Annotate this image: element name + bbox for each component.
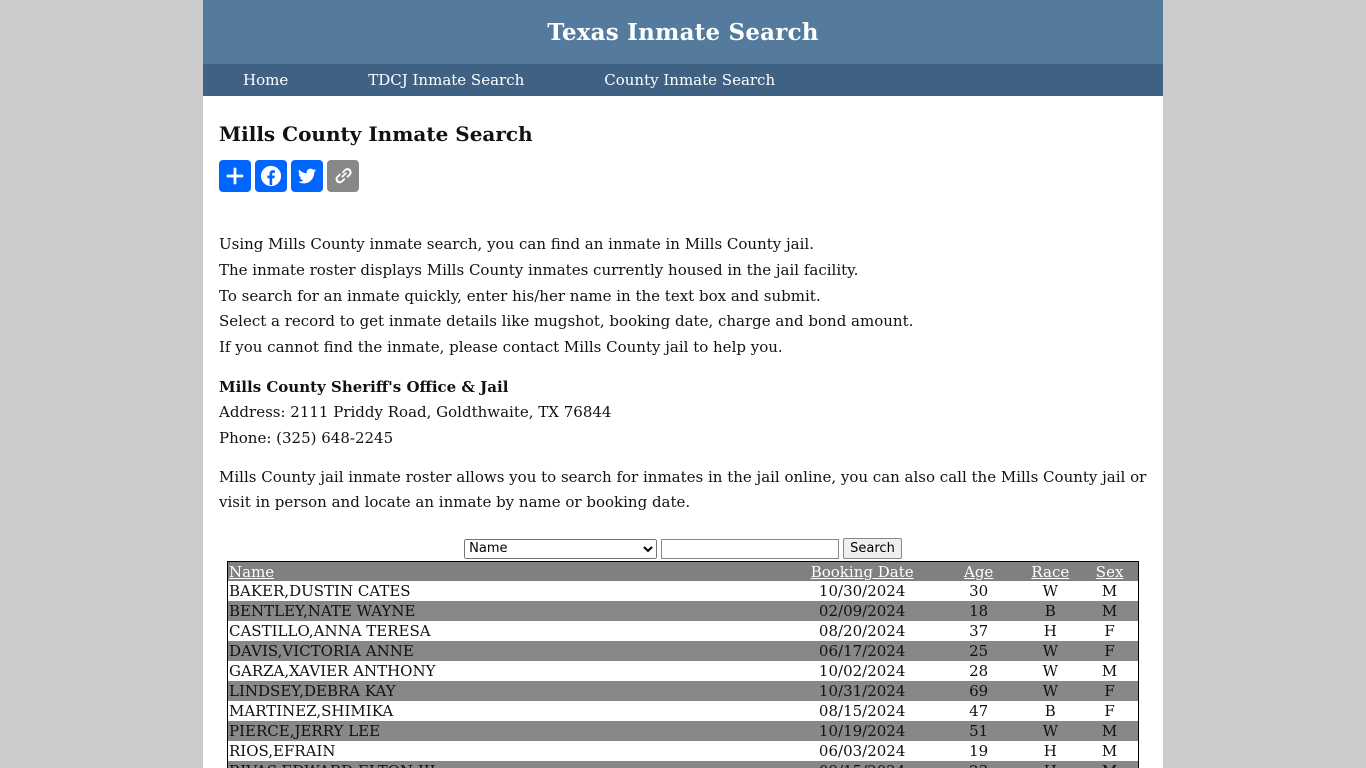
table-header-row: Name Booking Date Age Race Sex (227, 561, 1139, 582)
cell-name[interactable]: CASTILLO,ANNA TERESA (228, 621, 787, 641)
cell-race[interactable]: H (1019, 741, 1081, 761)
cell-sex[interactable]: M (1081, 581, 1138, 601)
intro-line: To search for an inmate quickly, enter h… (219, 286, 821, 305)
cell-name[interactable]: PIERCE,JERRY LEE (227, 721, 787, 742)
cell-race[interactable]: W (1019, 721, 1082, 742)
cell-booking-date[interactable]: 06/17/2024 (786, 641, 938, 662)
cell-booking-date[interactable]: 10/31/2024 (786, 681, 938, 702)
intro-line: Using Mills County inmate search, you ca… (219, 235, 814, 253)
twitter-icon[interactable] (291, 160, 323, 192)
cell-booking-date[interactable]: 02/09/2024 (786, 601, 938, 622)
search-bar: Name Search (219, 538, 1147, 560)
site-header: Texas Inmate Search (203, 0, 1163, 64)
nav-home[interactable]: Home (243, 71, 288, 89)
cell-booking-date[interactable]: 08/20/2024 (786, 621, 937, 641)
column-header-name[interactable]: Name (227, 561, 787, 582)
cell-sex[interactable]: F (1081, 641, 1139, 662)
table-row[interactable]: PIERCE,JERRY LEE 10/19/2024 51 W M (227, 721, 1139, 742)
site-title[interactable]: Texas Inmate Search (547, 19, 818, 46)
cell-age[interactable]: 37 (938, 621, 1020, 641)
cell-age[interactable]: 25 (937, 641, 1020, 662)
table-row[interactable]: RIOS,EFRAIN 06/03/2024 19 H M (228, 741, 1139, 761)
cell-sex[interactable]: F (1081, 701, 1138, 721)
intro-text: Using Mills County inmate search, you ca… (219, 232, 1147, 361)
cell-race[interactable]: W (1019, 661, 1081, 681)
search-field-select[interactable]: Name (464, 538, 658, 559)
column-header-sex[interactable]: Sex (1081, 561, 1139, 582)
office-name: Mills County Sheriff's Office & Jail (219, 377, 509, 396)
search-input[interactable] (661, 538, 840, 559)
table-row[interactable]: GARZA,XAVIER ANTHONY 10/02/2024 28 W M (228, 661, 1139, 681)
nav-tdcj-inmate-search[interactable]: TDCJ Inmate Search (368, 71, 524, 89)
cell-name[interactable]: MARTINEZ,SHIMIKA (228, 701, 787, 721)
cell-sex[interactable]: M (1081, 761, 1139, 768)
intro-line: Select a record to get inmate details li… (219, 312, 914, 331)
cell-booking-date[interactable]: 08/15/2024 (786, 701, 937, 721)
cell-race[interactable]: W (1019, 641, 1082, 662)
table-row[interactable]: DAVIS,VICTORIA ANNE 06/17/2024 25 W F (227, 641, 1139, 662)
cell-sex[interactable]: F (1081, 681, 1139, 702)
cell-name[interactable]: RIOS,EFRAIN (228, 741, 787, 761)
top-nav: Home TDCJ Inmate Search County Inmate Se… (203, 64, 1163, 96)
cell-race[interactable]: H (1019, 621, 1081, 641)
inmate-roster-table: Name Booking Date Age Race Sex BAKER,DUS… (227, 561, 1139, 768)
intro-line: If you cannot find the inmate, please co… (219, 338, 783, 357)
cell-booking-date[interactable]: 06/03/2024 (786, 741, 937, 761)
cell-sex[interactable]: F (1081, 621, 1138, 641)
facebook-icon[interactable] (255, 160, 287, 192)
cell-age[interactable]: 23 (937, 761, 1020, 768)
cell-age[interactable]: 30 (938, 581, 1020, 601)
cell-age[interactable]: 18 (937, 601, 1020, 622)
office-phone: Phone: (325) 648-2245 (219, 428, 394, 447)
cell-name[interactable]: BENTLEY,NATE WAYNE (227, 601, 787, 622)
table-row[interactable]: LINDSEY,DEBRA KAY 10/31/2024 69 W F (227, 681, 1139, 702)
cell-sex[interactable]: M (1081, 721, 1139, 742)
column-header-booking-date[interactable]: Booking Date (786, 561, 938, 582)
share-plus-icon[interactable] (219, 160, 251, 192)
page-container: Texas Inmate Search Home TDCJ Inmate Sea… (203, 0, 1163, 768)
copy-link-icon[interactable] (327, 160, 359, 192)
cell-sex[interactable]: M (1081, 661, 1138, 681)
office-info: Mills County Sheriff's Office & Jail Add… (219, 375, 1147, 452)
roster-note: Mills County jail inmate roster allows y… (219, 468, 1147, 512)
cell-race[interactable]: B (1019, 601, 1082, 622)
cell-age[interactable]: 69 (937, 681, 1020, 702)
office-address: Address: 2111 Priddy Road, Goldthwaite, … (219, 403, 612, 422)
cell-name[interactable]: RIVAS,EDWARD ELTON III (227, 761, 787, 768)
table-row[interactable]: MARTINEZ,SHIMIKA 08/15/2024 47 B F (228, 701, 1139, 721)
search-button[interactable]: Search (843, 538, 902, 560)
cell-race[interactable]: W (1019, 681, 1082, 702)
cell-booking-date[interactable]: 10/19/2024 (786, 721, 938, 742)
table-row[interactable]: BAKER,DUSTIN CATES 10/30/2024 30 W M (228, 581, 1139, 601)
table-row[interactable]: RIVAS,EDWARD ELTON III09/15/202423HM (227, 761, 1139, 768)
nav-county-inmate-search[interactable]: County Inmate Search (604, 71, 775, 89)
column-header-age[interactable]: Age (937, 561, 1020, 582)
cell-age[interactable]: 47 (938, 701, 1020, 721)
cell-age[interactable]: 51 (937, 721, 1020, 742)
cell-race[interactable]: W (1019, 581, 1081, 601)
table-row[interactable]: CASTILLO,ANNA TERESA 08/20/2024 37 H F (228, 621, 1139, 641)
cell-name[interactable]: LINDSEY,DEBRA KAY (227, 681, 787, 702)
cell-booking-date[interactable]: 09/15/2024 (786, 761, 938, 768)
cell-sex[interactable]: M (1081, 741, 1138, 761)
cell-booking-date[interactable]: 10/02/2024 (786, 661, 937, 681)
cell-race[interactable]: H (1019, 761, 1082, 768)
cell-name[interactable]: DAVIS,VICTORIA ANNE (227, 641, 787, 662)
cell-age[interactable]: 19 (938, 741, 1020, 761)
page-title: Mills County Inmate Search (219, 122, 533, 146)
table-row[interactable]: BENTLEY,NATE WAYNE 02/09/2024 18 B M (227, 601, 1139, 622)
share-bar (219, 160, 1147, 192)
cell-sex[interactable]: M (1081, 601, 1139, 622)
cell-booking-date[interactable]: 10/30/2024 (786, 581, 937, 601)
cell-name[interactable]: GARZA,XAVIER ANTHONY (228, 661, 787, 681)
column-header-race[interactable]: Race (1019, 561, 1082, 582)
main-content: Mills County Inmate Search Using Mills C… (203, 122, 1163, 768)
intro-line: The inmate roster displays Mills County … (219, 260, 859, 279)
cell-name[interactable]: BAKER,DUSTIN CATES (228, 581, 787, 601)
cell-age[interactable]: 28 (938, 661, 1020, 681)
cell-race[interactable]: B (1019, 701, 1081, 721)
